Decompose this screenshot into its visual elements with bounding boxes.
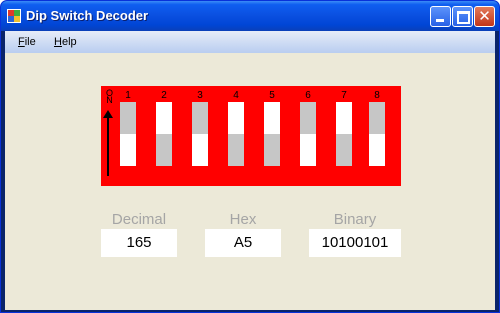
- switch-7-number: 7: [341, 90, 347, 101]
- switch-1-knob: [120, 102, 136, 134]
- switch-3[interactable]: [192, 102, 208, 166]
- app-window: Dip Switch Decoder ✕ File Help O N 1 2 3…: [0, 0, 500, 313]
- switch-3-knob: [192, 102, 208, 134]
- switch-2[interactable]: [156, 102, 172, 166]
- switch-6-knob: [300, 102, 316, 134]
- client-area: File Help O N 1 2 3 4 5 6 7 8 Decimal 16…: [5, 31, 495, 310]
- switch-8-number: 8: [374, 90, 380, 101]
- maximize-button[interactable]: [452, 6, 473, 27]
- switch-5[interactable]: [264, 102, 280, 166]
- binary-label: Binary: [333, 211, 377, 228]
- switch-7-knob: [336, 134, 352, 166]
- switch-8[interactable]: [369, 102, 385, 166]
- menu-help[interactable]: Help: [54, 36, 77, 48]
- switch-2-number: 2: [161, 90, 167, 101]
- dip-switch-board: O N 1 2 3 4 5 6 7 8: [101, 86, 401, 186]
- app-icon[interactable]: [7, 9, 21, 23]
- close-button[interactable]: ✕: [474, 6, 495, 27]
- switch-5-number: 5: [269, 90, 275, 101]
- switch-1[interactable]: [120, 102, 136, 166]
- minimize-button[interactable]: [430, 6, 451, 27]
- switch-6-number: 6: [305, 90, 311, 101]
- window-title: Dip Switch Decoder: [26, 8, 149, 23]
- on-arrow-shaft: [107, 116, 109, 176]
- switch-6[interactable]: [300, 102, 316, 166]
- hex-value: A5: [205, 229, 281, 257]
- binary-value: 10100101: [309, 229, 401, 257]
- switch-4-number: 4: [233, 90, 239, 101]
- menu-bar: File Help: [5, 31, 495, 53]
- switch-7[interactable]: [336, 102, 352, 166]
- decimal-value: 165: [101, 229, 177, 257]
- on-label: O N: [106, 88, 114, 105]
- switch-4-knob: [228, 134, 244, 166]
- switch-4[interactable]: [228, 102, 244, 166]
- close-icon: ✕: [478, 7, 491, 25]
- menu-file[interactable]: File: [18, 36, 36, 48]
- switch-5-knob: [264, 134, 280, 166]
- title-bar[interactable]: Dip Switch Decoder ✕: [1, 1, 499, 31]
- hex-label: Hex: [229, 211, 257, 228]
- switch-8-knob: [369, 102, 385, 134]
- switch-3-number: 3: [197, 90, 203, 101]
- switch-2-knob: [156, 134, 172, 166]
- switch-1-number: 1: [125, 90, 131, 101]
- maximize-icon: [457, 11, 470, 24]
- decimal-label: Decimal: [111, 211, 167, 228]
- minimize-icon: [436, 19, 444, 22]
